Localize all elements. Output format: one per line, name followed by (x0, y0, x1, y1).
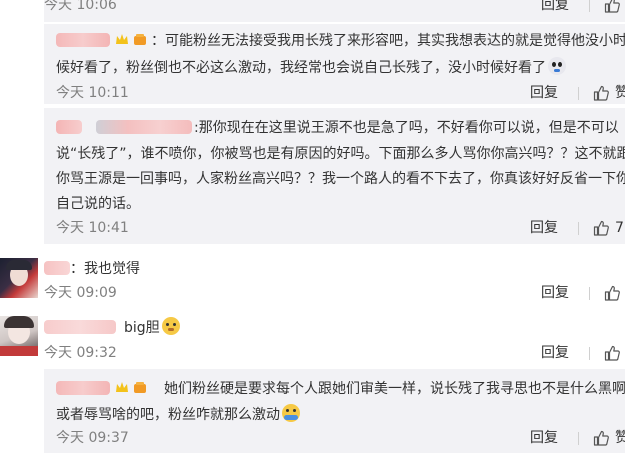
like-label[interactable]: 赞 (615, 84, 625, 102)
comment-text-segment: 或者辱骂啥的吧，粉丝咋就那么激动 (56, 407, 280, 423)
comment-text-line: 候好看了，粉丝倒也不必这么激动，我经常也会说自己长残了，没小时候好看了 (56, 57, 566, 78)
thumbs-up-icon[interactable] (593, 85, 609, 101)
comment-time: 今天 09:32 (44, 345, 117, 361)
divider (589, 0, 590, 12)
comment-text-segment: big胆 (124, 320, 160, 336)
thumbs-up-icon[interactable] (593, 220, 609, 236)
username-blurred[interactable] (44, 320, 116, 334)
like-label[interactable]: 赞 (615, 429, 625, 447)
username-blurred[interactable] (96, 120, 192, 134)
comment-actions: 回复 赞 (530, 429, 625, 447)
reply-button[interactable]: 回复 (541, 0, 569, 14)
comment-text-line: ：可能粉丝无法接受我用长残了来形容吧，其实我想表达的就是觉得他没小时 (151, 33, 625, 49)
emoji-icon (548, 57, 566, 75)
thumbs-up-icon[interactable] (593, 430, 609, 446)
comment-text-line: :那你现在在这里说王源不也是急了吗，不好看你可以说，但是不可以 (194, 120, 619, 136)
thumbs-up-icon[interactable] (604, 285, 620, 301)
reply-button[interactable]: 回复 (530, 84, 558, 102)
doge-emoji-icon (161, 317, 180, 335)
comment-text-line: ：我也觉得 (70, 261, 140, 277)
divider (578, 86, 579, 100)
comment-actions: 回复 7 (530, 219, 624, 237)
divider (589, 286, 590, 300)
reply-button[interactable]: 回复 (541, 344, 569, 362)
member-badge-icon (134, 382, 146, 393)
comment-time: 今天 10:06 (44, 0, 117, 13)
divider (578, 431, 579, 445)
reply-button[interactable]: 回复 (530, 429, 558, 447)
comment-actions: 回复 1 (541, 284, 625, 302)
member-badge-icon (134, 34, 146, 45)
crown-icon (116, 34, 128, 44)
comment-item: 她们粉丝硬是要求每个人跟她们审美一样，说长残了我寻思也不是什么黑啊 或者辱骂啥的… (0, 369, 625, 453)
like-count[interactable]: 7 (615, 219, 624, 237)
comment-text-line: big胆 (124, 317, 180, 338)
username-blurred[interactable] (44, 261, 70, 275)
divider (589, 346, 590, 360)
comment-item: ：可能粉丝无法接受我用长残了来形容吧，其实我想表达的就是觉得他没小时 候好看了，… (0, 24, 625, 104)
comment-text-line: 她们粉丝硬是要求每个人跟她们审美一样，说长残了我寻思也不是什么黑啊 (164, 381, 625, 397)
divider (578, 221, 579, 235)
comment-time: 今天 09:09 (44, 285, 117, 301)
comment-item: 今天 10:06 回复 1 (0, 0, 625, 22)
reply-button[interactable]: 回复 (541, 284, 569, 302)
comment-text-line: 说“长残了”，谁不喷你，你被骂也是有原因的好吗。下面那么多人骂你你高兴吗？？这不… (56, 146, 625, 162)
emoji-icon (282, 404, 300, 422)
reply-button[interactable]: 回复 (530, 219, 558, 237)
username-blurred[interactable] (56, 33, 110, 47)
comment-text-segment: 候好看了，粉丝倒也不必这么激动，我经常也会说自己长残了，没小时候好看了 (56, 60, 546, 76)
comment-actions: 回复 1 (541, 0, 625, 14)
comment-text-line: 你骂王源是一回事吗，人家粉丝高兴吗？？我一个路人的看不下去了，你真该好好反省一下… (56, 171, 625, 187)
crown-icon (116, 382, 128, 392)
thumbs-up-icon[interactable] (604, 0, 620, 13)
comment-time: 今天 10:41 (56, 220, 129, 236)
comment-item: big胆 今天 09:32 回复 1 (0, 314, 625, 366)
comment-item: :那你现在在这里说王源不也是急了吗，不好看你可以说，但是不可以 说“长残了”，谁… (0, 108, 625, 244)
thumbs-up-icon[interactable] (604, 345, 620, 361)
avatar[interactable] (0, 316, 38, 356)
comment-actions: 回复 赞 (530, 84, 625, 102)
comment-text-line: 自己说的话。 (56, 196, 140, 212)
username-blurred[interactable] (56, 381, 110, 395)
comment-text-line: 或者辱骂啥的吧，粉丝咋就那么激动 (56, 404, 300, 425)
comment-item: ：我也觉得 今天 09:09 回复 1 (0, 256, 625, 306)
comment-actions: 回复 1 (541, 344, 625, 362)
reply-background (44, 0, 625, 22)
comment-time: 今天 10:11 (56, 85, 129, 101)
username-blurred[interactable] (56, 120, 82, 134)
avatar[interactable] (0, 258, 38, 298)
comment-time: 今天 09:37 (56, 430, 129, 446)
